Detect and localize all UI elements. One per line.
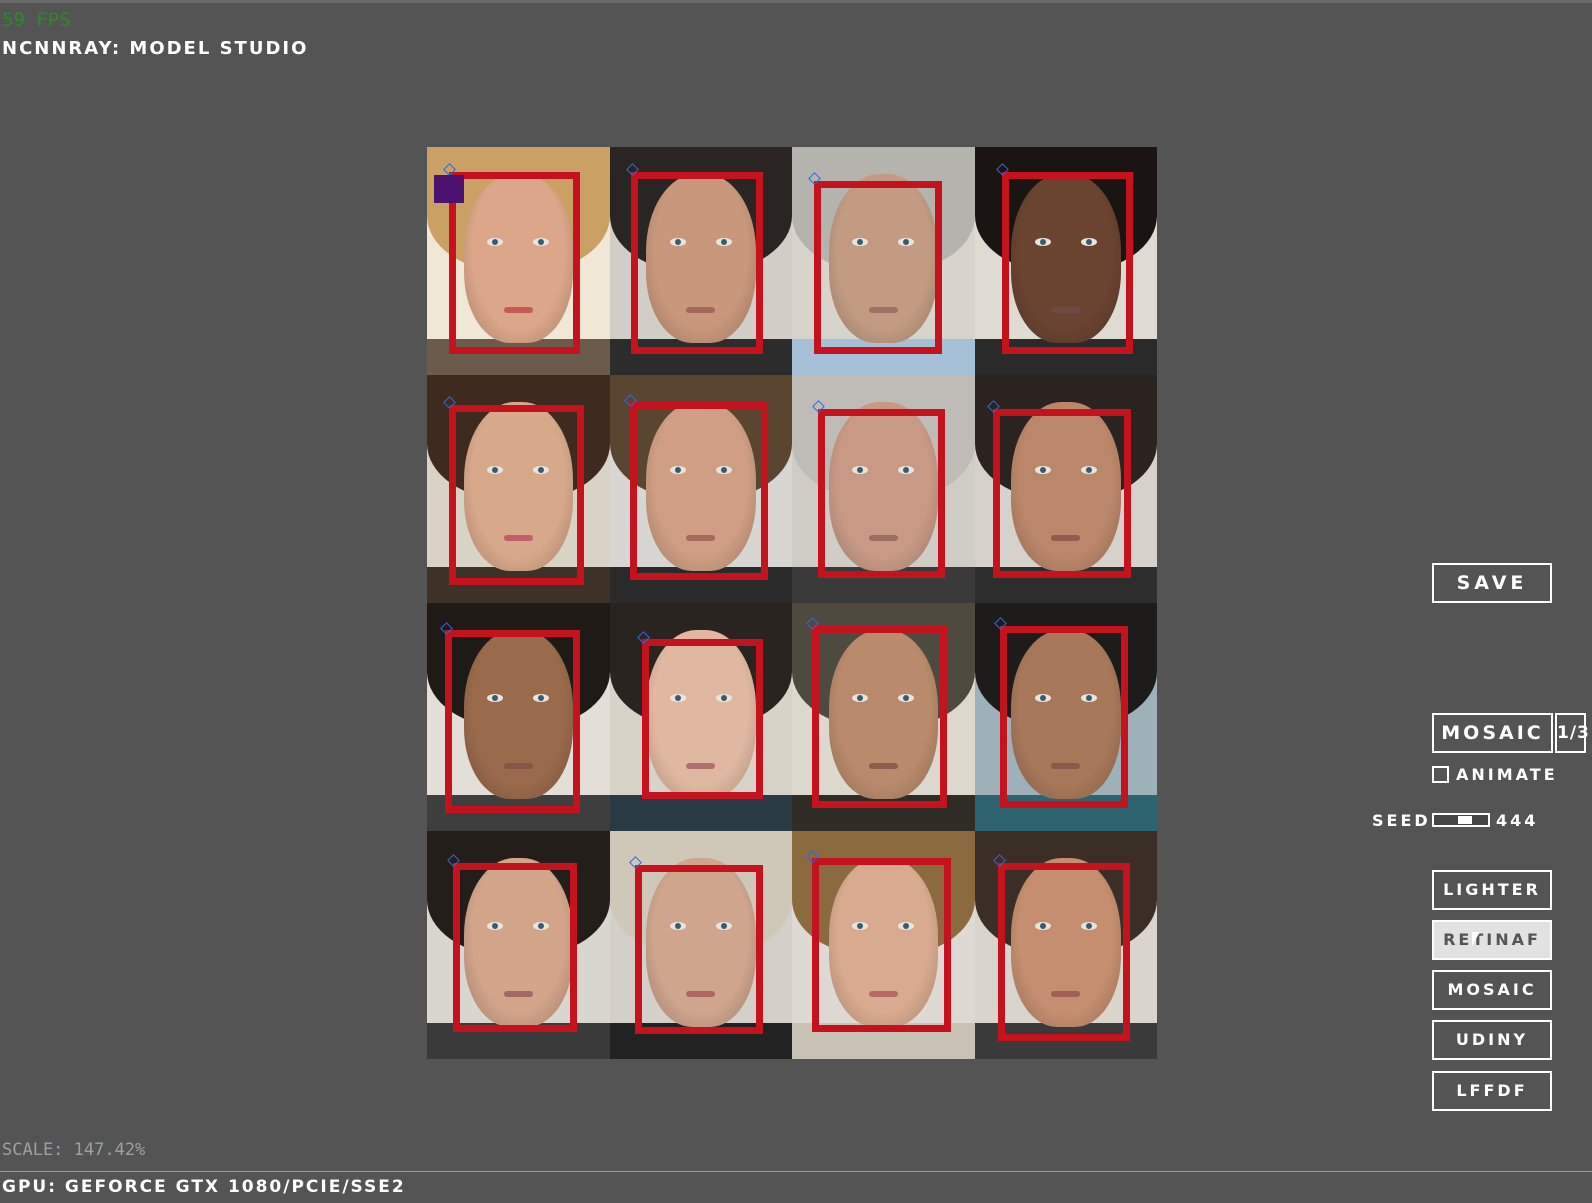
face-bounding-box [631, 172, 763, 355]
face-tile [974, 603, 1157, 831]
face-bounding-box [629, 402, 769, 581]
model-button-retinaf[interactable]: RETINAF [1432, 920, 1552, 960]
status-divider [0, 1171, 1592, 1172]
face-tile [427, 375, 610, 603]
face-tile [792, 375, 975, 603]
face-bounding-box [813, 181, 942, 355]
face-tile [974, 375, 1157, 603]
face-tile [974, 831, 1157, 1059]
face-bounding-box [448, 404, 584, 585]
face-bounding-box [642, 639, 763, 800]
model-button-lighter[interactable]: LIGHTER [1432, 870, 1552, 910]
seed-slider[interactable] [1432, 813, 1490, 827]
face-bounding-box [448, 172, 581, 355]
face-bounding-box [812, 625, 948, 809]
face-bounding-box [635, 865, 763, 1034]
model-button-mosaic[interactable]: MOSAIC [1432, 970, 1552, 1010]
face-bounding-box [445, 630, 581, 813]
animate-label: ANIMATE [1456, 764, 1558, 784]
animate-checkbox[interactable] [1432, 765, 1449, 783]
face-tile [974, 147, 1157, 375]
face-bounding-box [452, 862, 577, 1032]
seed-label: SEED [1372, 811, 1431, 830]
face-tile [609, 603, 792, 831]
face-tile [427, 603, 610, 831]
gpu-info: GPU: GEFORCE GTX 1080/PCIE/SSE2 [2, 1177, 406, 1197]
shoulders-shape [609, 794, 792, 831]
save-button[interactable]: SAVE [1432, 563, 1552, 603]
face-bounding-box [817, 409, 946, 578]
fps-counter: 59 FPS [2, 9, 71, 31]
mosaic-page-indicator[interactable]: 1/3 [1555, 713, 1589, 753]
seed-value: 444 [1496, 811, 1539, 830]
face-tile [427, 831, 610, 1059]
face-tile [792, 147, 975, 375]
model-button-udiny[interactable]: UDINY [1432, 1020, 1552, 1060]
seed-slider-thumb[interactable] [1458, 816, 1472, 824]
scale-readout: SCALE: 147.42% [2, 1140, 146, 1160]
app-title: NCNNRAY: MODEL STUDIO [2, 38, 309, 59]
face-mosaic-canvas [427, 147, 1157, 1059]
face-bounding-box [998, 862, 1130, 1041]
face-tile [792, 831, 975, 1059]
mosaic-toggle-button[interactable]: MOSAIC [1432, 713, 1553, 753]
face-bounding-box [992, 409, 1132, 578]
top-border [0, 0, 1592, 3]
animate-row: ANIMATE [1432, 763, 1558, 785]
selection-marker [434, 175, 464, 203]
face-bounding-box [1001, 172, 1134, 355]
face-bounding-box [1000, 625, 1128, 809]
model-button-lffdf[interactable]: LFFDF [1432, 1071, 1552, 1111]
face-tile [609, 375, 792, 603]
mouse-cursor-icon [1472, 932, 1480, 946]
face-tile [792, 603, 975, 831]
face-tile [427, 147, 610, 375]
face-tile [609, 831, 792, 1059]
face-bounding-box [812, 858, 951, 1032]
face-tile [609, 147, 792, 375]
